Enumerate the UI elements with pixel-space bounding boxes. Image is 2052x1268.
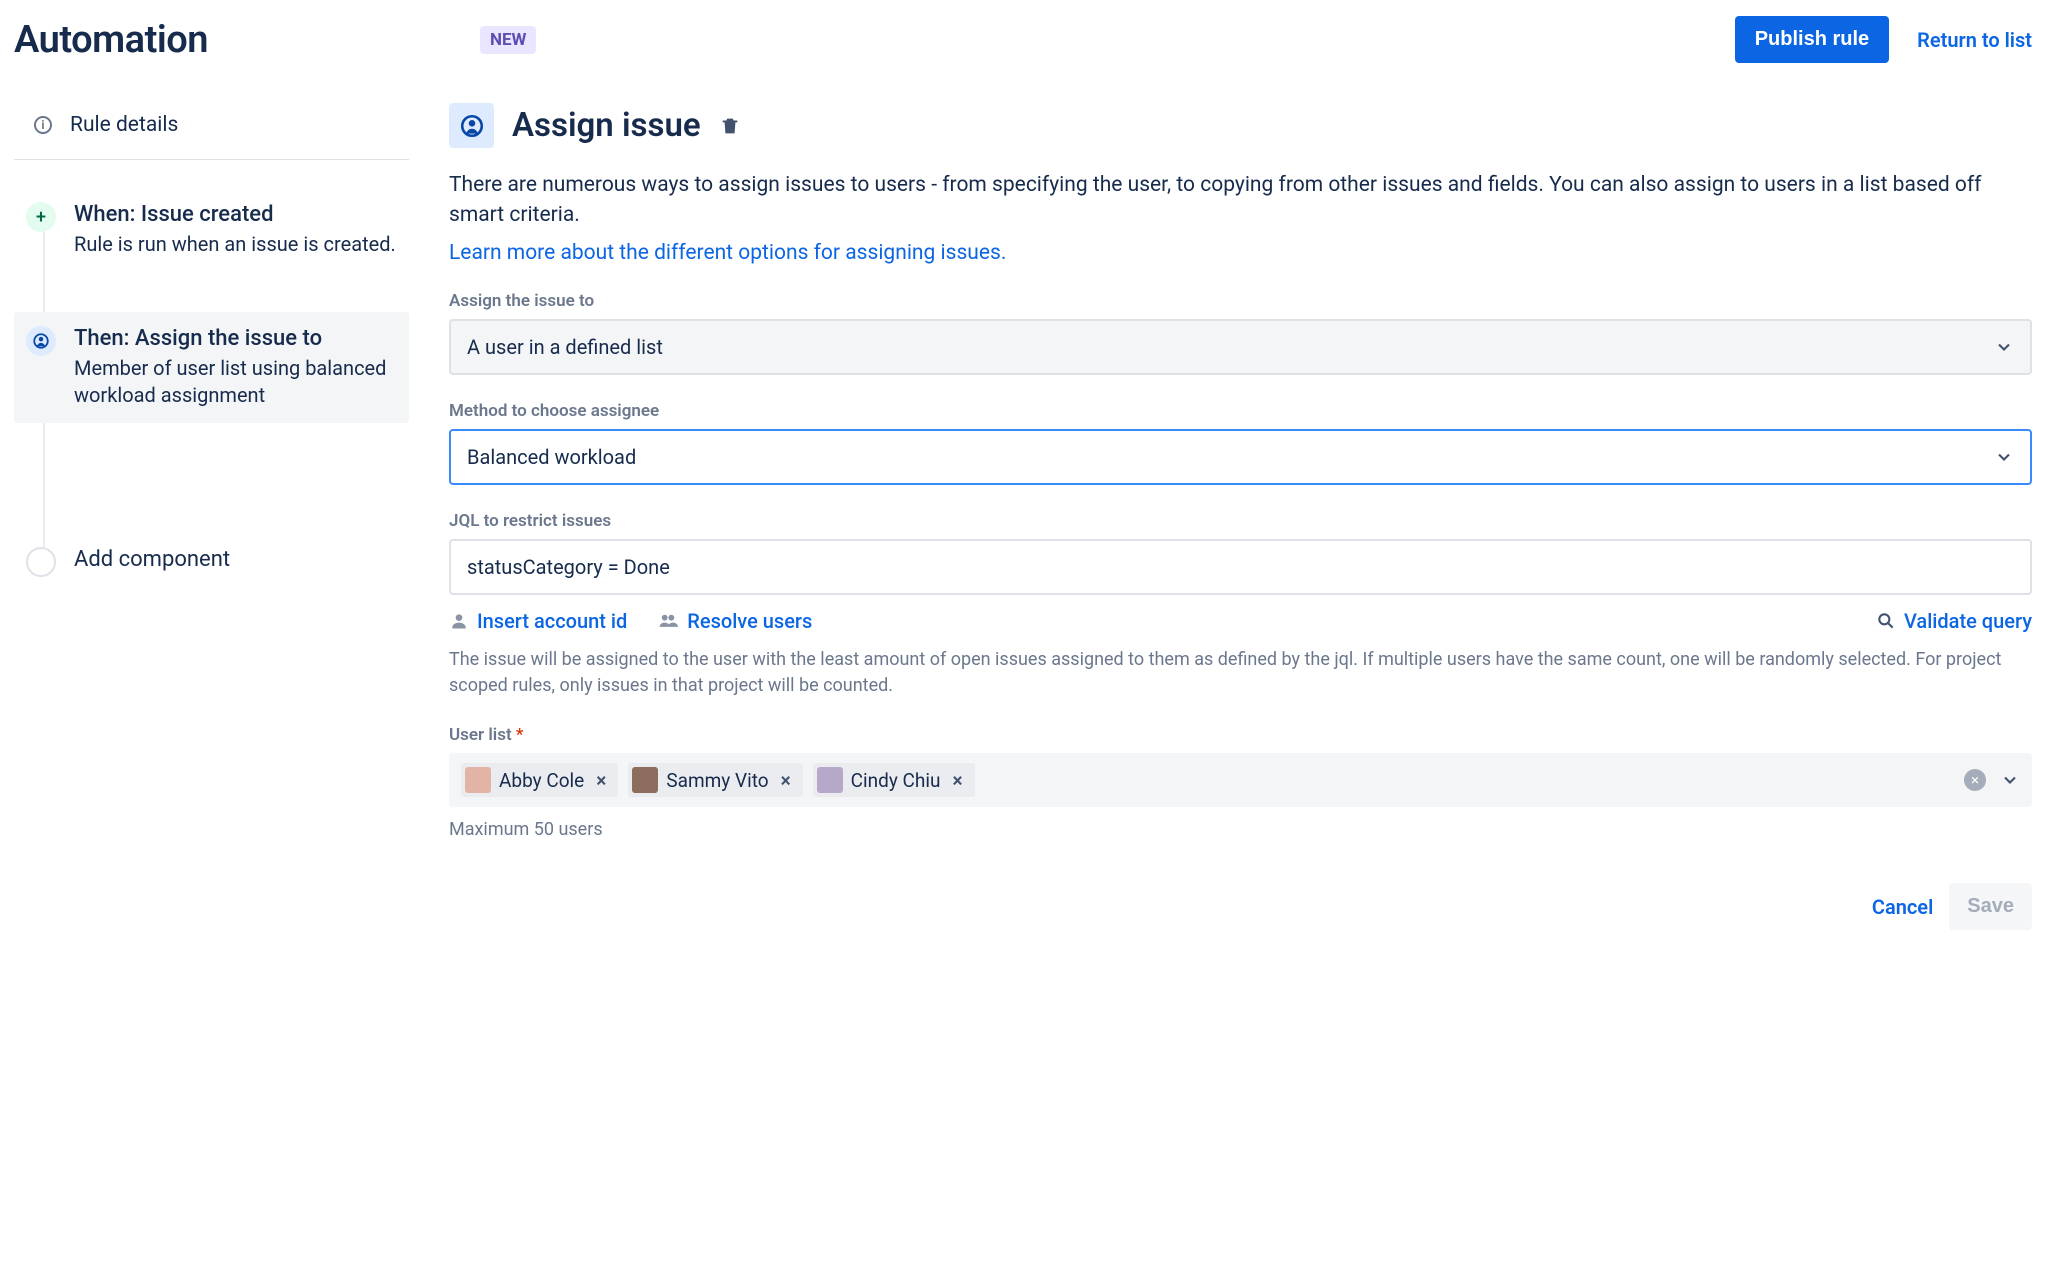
assign-to-label: Assign the issue to [449, 291, 2032, 311]
jql-hint: The issue will be assigned to the user w… [449, 647, 2032, 699]
sidebar: i Rule details + When: Issue created Rul… [14, 103, 409, 930]
step-action-assign[interactable]: Then: Assign the issue to Member of user… [14, 312, 409, 423]
save-button[interactable]: Save [1949, 883, 2032, 930]
resolve-users-link[interactable]: Resolve users [657, 609, 812, 633]
main-panel: Assign issue There are numerous ways to … [449, 103, 2032, 930]
avatar [465, 767, 491, 793]
description: There are numerous ways to assign issues… [449, 170, 2032, 231]
avatar [632, 767, 658, 793]
step-subtitle: Member of user list using balanced workl… [74, 355, 399, 409]
person-icon [26, 326, 56, 356]
user-chip: Cindy Chiu × [813, 763, 975, 797]
method-select[interactable]: Balanced workload [449, 429, 2032, 485]
method-value: Balanced workload [467, 445, 636, 469]
chevron-down-icon [1994, 447, 2014, 467]
footer-actions: Cancel Save [449, 883, 2032, 930]
step-title: When: Issue created [74, 202, 396, 227]
step-title: Then: Assign the issue to [74, 326, 399, 351]
jql-label: JQL to restrict issues [449, 511, 2032, 531]
main-title: Assign issue [512, 106, 701, 145]
return-to-list-link[interactable]: Return to list [1917, 28, 2032, 52]
people-icon [657, 611, 679, 631]
step-subtitle: Rule is run when an issue is created. [74, 231, 396, 258]
rule-details-item[interactable]: i Rule details [14, 103, 409, 160]
assign-issue-icon [449, 103, 494, 148]
person-icon [449, 611, 469, 631]
remove-icon[interactable]: × [777, 769, 795, 792]
cancel-button[interactable]: Cancel [1872, 895, 1933, 919]
header-right: Publish rule Return to list [1735, 16, 2032, 63]
remove-icon[interactable]: × [592, 769, 610, 792]
remove-icon[interactable]: × [948, 769, 966, 792]
step-trigger[interactable]: + When: Issue created Rule is run when a… [14, 188, 409, 272]
add-component-item[interactable]: Add component [14, 533, 409, 591]
header-left: Automation NEW [14, 18, 536, 62]
delete-icon[interactable] [719, 115, 741, 137]
assign-to-select[interactable]: A user in a defined list [449, 319, 2032, 375]
new-badge: NEW [480, 26, 536, 54]
jql-value: statusCategory = Done [467, 555, 670, 579]
user-list-label: User list* [449, 725, 2032, 745]
header: Automation NEW Publish rule Return to li… [14, 16, 2032, 63]
info-icon: i [34, 116, 52, 134]
clear-all-icon[interactable]: × [1964, 769, 1986, 791]
user-chip-label: Sammy Vito [666, 769, 768, 792]
chevron-down-icon[interactable] [2000, 770, 2020, 790]
page-title: Automation [14, 18, 208, 62]
layout: i Rule details + When: Issue created Rul… [14, 103, 2032, 930]
max-users-hint: Maximum 50 users [449, 817, 2032, 843]
validate-query-link[interactable]: Validate query [1876, 609, 2032, 633]
chevron-down-icon [1994, 337, 2014, 357]
publish-rule-button[interactable]: Publish rule [1735, 16, 1889, 63]
user-chip-label: Cindy Chiu [851, 769, 941, 792]
avatar [817, 767, 843, 793]
required-star: * [516, 725, 524, 745]
main-heading: Assign issue [449, 103, 2032, 148]
user-list-picker[interactable]: Abby Cole × Sammy Vito × Cindy Chiu × × [449, 753, 2032, 807]
jql-input[interactable]: statusCategory = Done [449, 539, 2032, 595]
search-icon [1876, 611, 1896, 631]
jql-helpers: Insert account id Resolve users Validate… [449, 609, 2032, 633]
assign-to-value: A user in a defined list [467, 335, 663, 359]
user-chip-label: Abby Cole [499, 769, 584, 792]
user-chip: Sammy Vito × [628, 763, 802, 797]
insert-account-id-link[interactable]: Insert account id [449, 609, 627, 633]
method-label: Method to choose assignee [449, 401, 2032, 421]
user-chip: Abby Cole × [461, 763, 618, 797]
plus-icon: + [26, 202, 56, 232]
step-list: + When: Issue created Rule is run when a… [14, 188, 409, 591]
learn-more-link[interactable]: Learn more about the different options f… [449, 241, 1006, 265]
rule-details-label: Rule details [70, 113, 178, 137]
empty-circle-icon [26, 547, 56, 577]
add-component-label: Add component [74, 547, 230, 577]
